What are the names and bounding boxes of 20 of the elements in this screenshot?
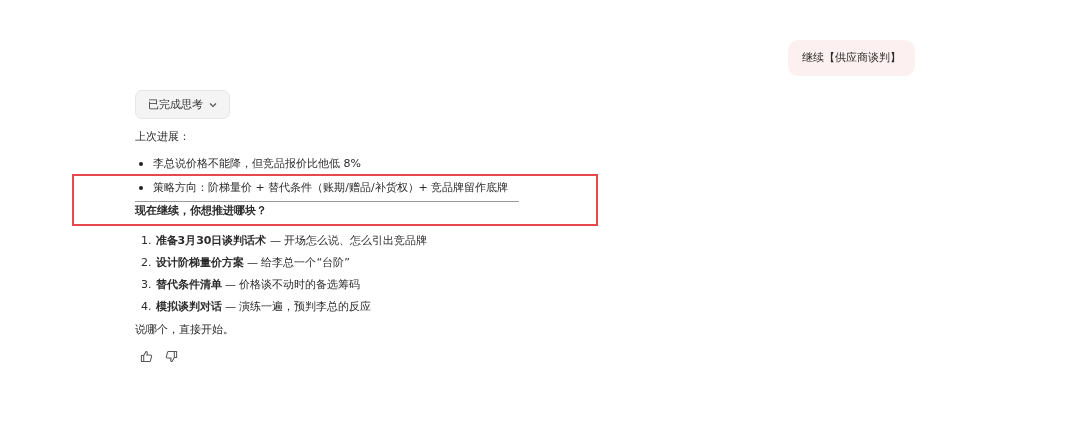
list-item: 设计阶梯量价方案 — 给李总一个“台阶” [155, 255, 350, 271]
list-number: 3. [141, 277, 152, 293]
thumbs-down-icon[interactable] [165, 350, 178, 363]
list-item: 李总说价格不能降，但竞品报价比他低 8% [153, 156, 361, 172]
chevron-icon [209, 100, 217, 109]
paragraph: 说哪个，直接开始。 [135, 322, 235, 338]
heading: 现在继续，你想推进哪块？ [135, 203, 268, 219]
list-item: 准备3月30日谈判话术 — 开场怎么说、怎么引出竞品牌 [155, 233, 428, 249]
list-item: 替代条件清单 — 价格谈不动时的备选筹码 [155, 277, 361, 293]
thinking-toggle[interactable]: 已完成思考 [135, 90, 230, 119]
list-number: 2. [141, 255, 152, 271]
list-item: 策略方向：阶梯量价 + 替代条件（账期/赠品/补货权）+ 竞品牌留作底牌 [153, 180, 509, 196]
bullet-icon [139, 162, 143, 166]
list-number: 4. [141, 299, 152, 315]
thumbs-up-icon[interactable] [140, 350, 153, 363]
bullet-icon [139, 186, 143, 190]
paragraph: 上次进展： [135, 129, 191, 145]
list-number: 1. [141, 233, 152, 249]
user-message: 继续【供应商谈判】 [788, 40, 915, 76]
list-item: 模拟谈判对话 — 演练一遍，预判李总的反应 [155, 299, 372, 315]
